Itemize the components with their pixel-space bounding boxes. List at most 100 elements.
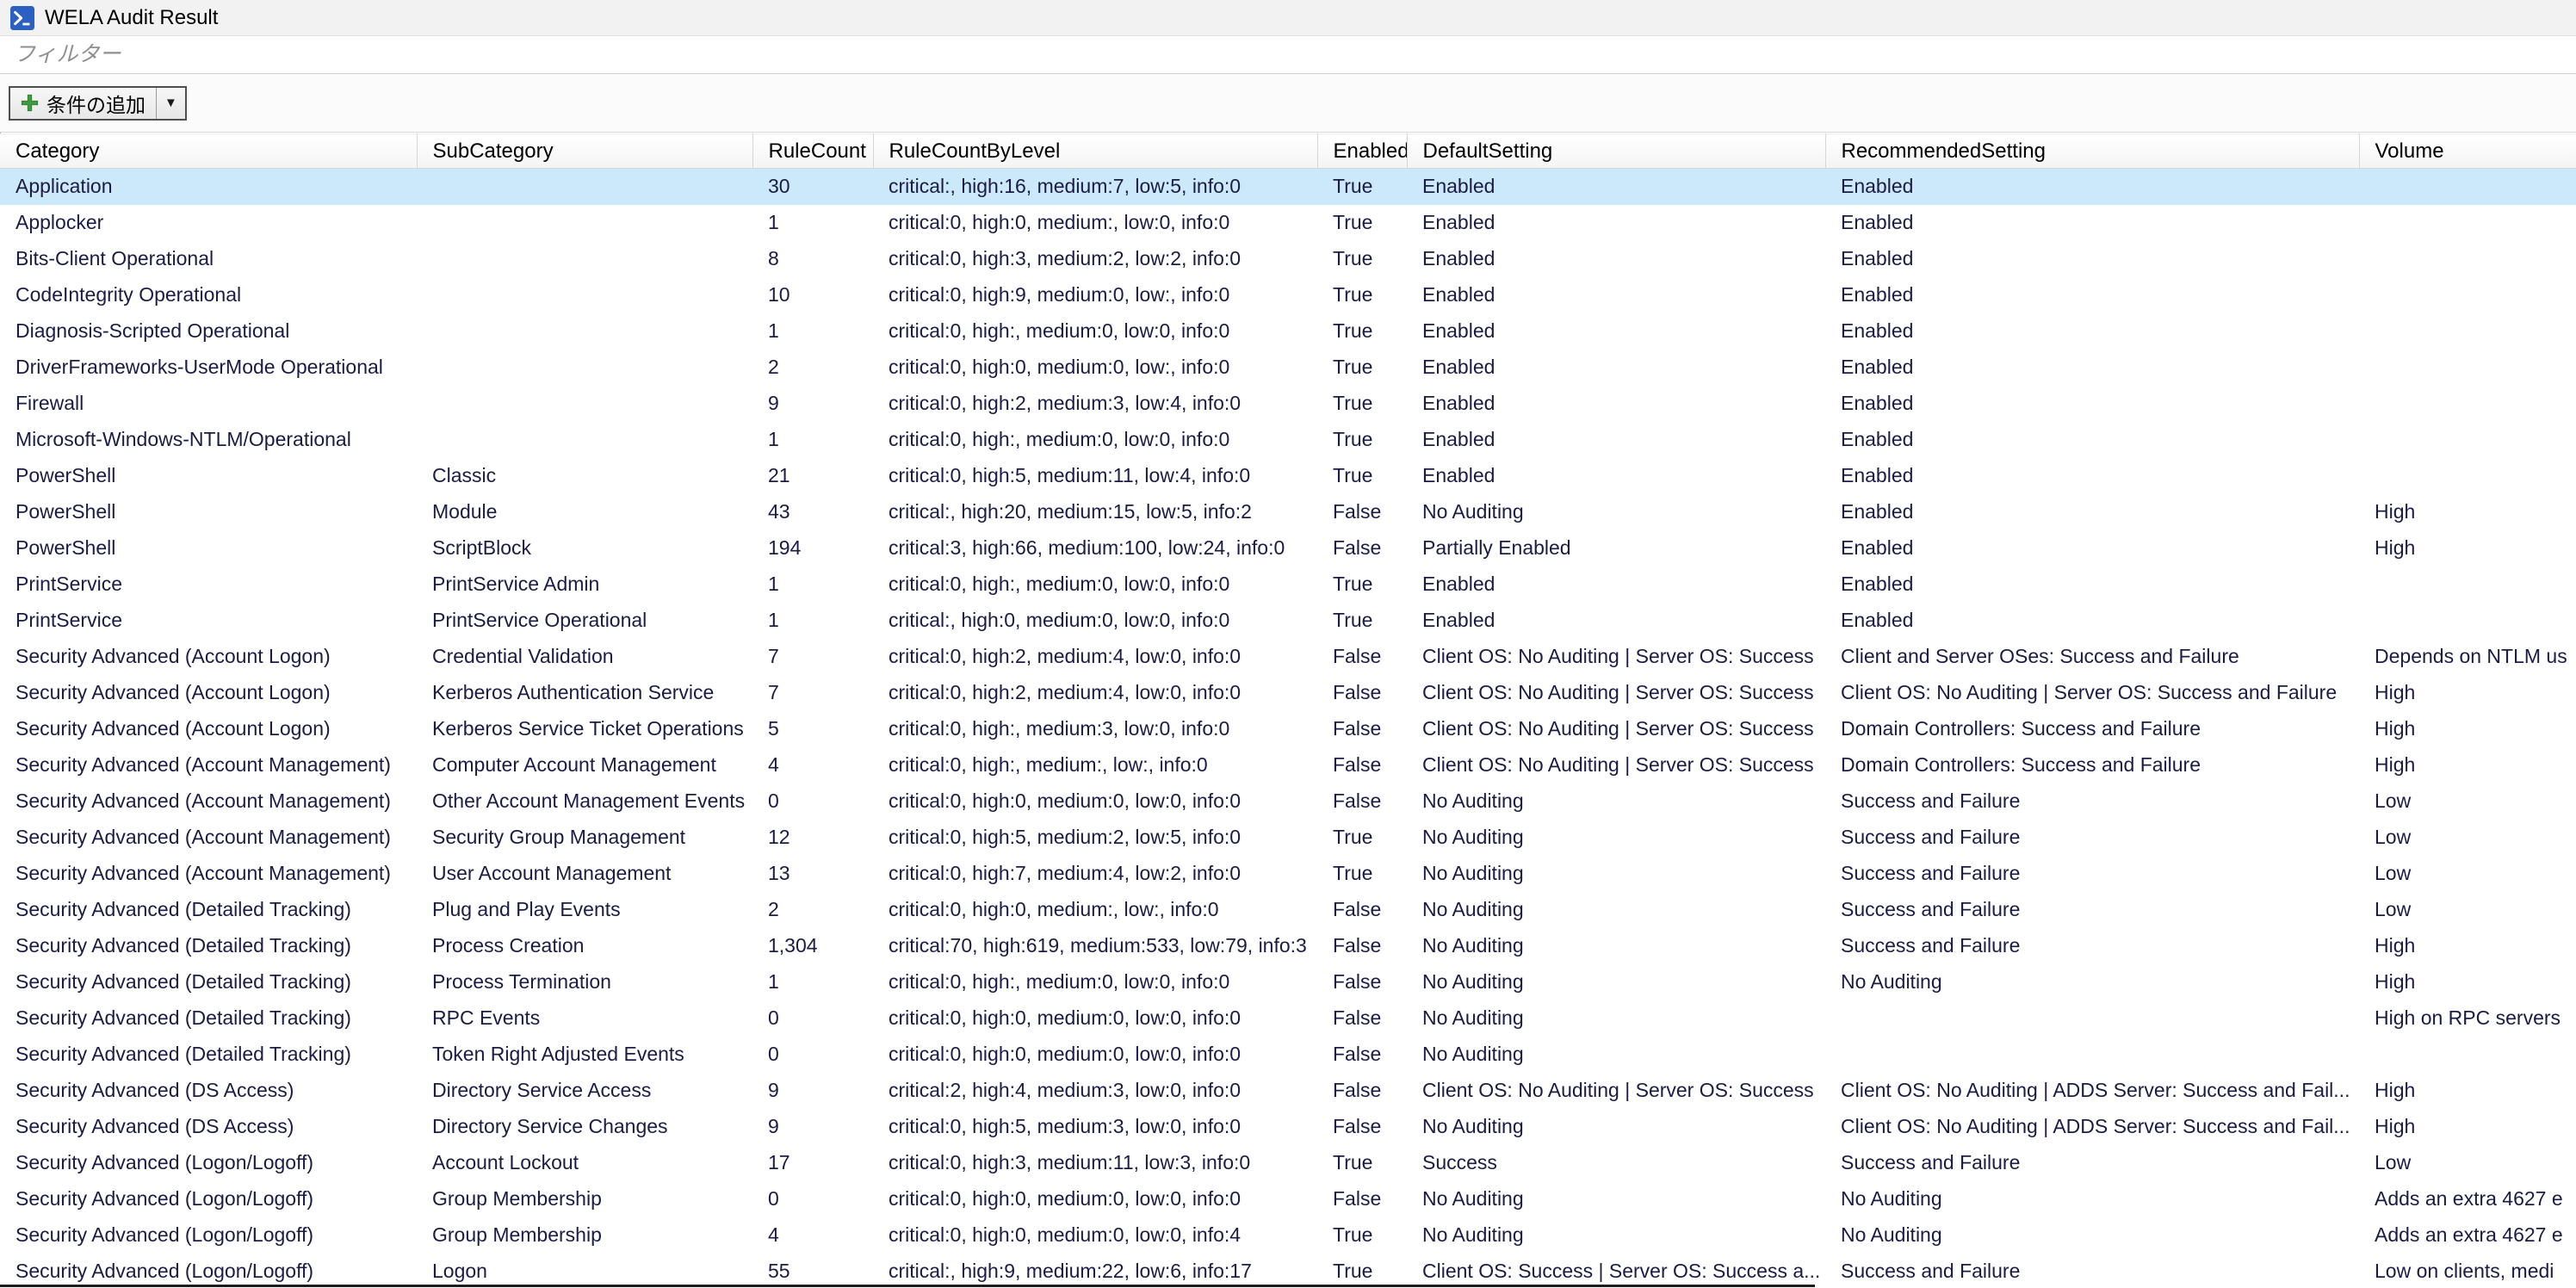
- cell-defaultsetting: No Auditing: [1407, 494, 1825, 530]
- cell-subcategory: Plug and Play Events: [417, 892, 752, 928]
- table-row[interactable]: Firewall9critical:0, high:2, medium:3, l…: [0, 386, 2576, 422]
- table-row[interactable]: PowerShellClassic21critical:0, high:5, m…: [0, 458, 2576, 494]
- cell-rulecountbylevel: critical:0, high:5, medium:11, low:4, in…: [873, 458, 1317, 494]
- cell-volume: [2359, 567, 2576, 603]
- cell-rulecount: 7: [752, 675, 873, 711]
- cell-category: Security Advanced (Account Management): [0, 783, 417, 820]
- cell-recommendedsetting: Domain Controllers: Success and Failure: [1825, 711, 2359, 747]
- cell-category: Application: [0, 169, 417, 205]
- table-row[interactable]: PowerShellModule43critical:, high:20, me…: [0, 494, 2576, 530]
- cell-subcategory: User Account Management: [417, 856, 752, 892]
- filter-input[interactable]: [5, 36, 2571, 73]
- cell-rulecount: 194: [752, 530, 873, 567]
- cell-enabled: True: [1317, 169, 1407, 205]
- cell-volume: High: [2359, 1109, 2576, 1145]
- table-row[interactable]: Security Advanced (Logon/Logoff)Logon55c…: [0, 1254, 2576, 1288]
- cell-volume: High on RPC servers: [2359, 1000, 2576, 1037]
- column-header-defaultsetting[interactable]: DefaultSetting: [1407, 134, 1825, 169]
- table-row[interactable]: Security Advanced (Logon/Logoff)Group Me…: [0, 1181, 2576, 1217]
- table-row[interactable]: Security Advanced (Detailed Tracking)Plu…: [0, 892, 2576, 928]
- cell-rulecount: 4: [752, 1217, 873, 1254]
- column-header-enabled[interactable]: Enabled: [1317, 134, 1407, 169]
- cell-defaultsetting: Enabled: [1407, 567, 1825, 603]
- cell-volume: [2359, 386, 2576, 422]
- table-row[interactable]: PowerShellScriptBlock194critical:3, high…: [0, 530, 2576, 567]
- column-header-recommendedsetting[interactable]: RecommendedSetting: [1825, 134, 2359, 169]
- cell-category: CodeIntegrity Operational: [0, 277, 417, 313]
- cell-rulecount: 0: [752, 1000, 873, 1037]
- table-row[interactable]: Application30critical:, high:16, medium:…: [0, 169, 2576, 205]
- table-row[interactable]: Diagnosis-Scripted Operational1critical:…: [0, 313, 2576, 350]
- table-row[interactable]: Applocker1critical:0, high:0, medium:, l…: [0, 205, 2576, 241]
- cell-rulecountbylevel: critical:0, high:9, medium:0, low:, info…: [873, 277, 1317, 313]
- table-row[interactable]: Security Advanced (DS Access)Directory S…: [0, 1109, 2576, 1145]
- table-row[interactable]: PrintServicePrintService Operational1cri…: [0, 603, 2576, 639]
- audit-table: CategorySubCategoryRuleCountRuleCountByL…: [0, 133, 2576, 1288]
- cell-recommendedsetting: Client OS: No Auditing | ADDS Server: Su…: [1825, 1073, 2359, 1109]
- table-row[interactable]: Security Advanced (Account Logon)Kerbero…: [0, 675, 2576, 711]
- cell-enabled: True: [1317, 350, 1407, 386]
- cell-volume: High: [2359, 711, 2576, 747]
- column-header-volume[interactable]: Volume: [2359, 134, 2576, 169]
- cell-subcategory: PrintService Operational: [417, 603, 752, 639]
- cell-category: Security Advanced (Detailed Tracking): [0, 1037, 417, 1073]
- cell-subcategory: Token Right Adjusted Events: [417, 1037, 752, 1073]
- table-row[interactable]: Security Advanced (Logon/Logoff)Group Me…: [0, 1217, 2576, 1254]
- table-row[interactable]: CodeIntegrity Operational10critical:0, h…: [0, 277, 2576, 313]
- table-row[interactable]: Security Advanced (Account Management)Se…: [0, 820, 2576, 856]
- cell-volume: Low: [2359, 783, 2576, 820]
- cell-rulecount: 0: [752, 1037, 873, 1073]
- column-header-rulecountbylevel[interactable]: RuleCountByLevel: [873, 134, 1317, 169]
- table-row[interactable]: Security Advanced (Detailed Tracking)Pro…: [0, 964, 2576, 1000]
- cell-recommendedsetting: No Auditing: [1825, 964, 2359, 1000]
- table-row[interactable]: PrintServicePrintService Admin1critical:…: [0, 567, 2576, 603]
- cell-enabled: False: [1317, 783, 1407, 820]
- column-header-rulecount[interactable]: RuleCount: [752, 134, 873, 169]
- table-row[interactable]: Security Advanced (Detailed Tracking)Pro…: [0, 928, 2576, 964]
- table-row[interactable]: Security Advanced (Account Management)Co…: [0, 747, 2576, 783]
- cell-rulecountbylevel: critical:0, high:2, medium:4, low:0, inf…: [873, 639, 1317, 675]
- cell-enabled: False: [1317, 711, 1407, 747]
- table-row[interactable]: Security Advanced (Account Logon)Credent…: [0, 639, 2576, 675]
- cell-enabled: False: [1317, 675, 1407, 711]
- table-row[interactable]: Microsoft-Windows-NTLM/Operational1criti…: [0, 422, 2576, 458]
- table-row[interactable]: Security Advanced (Account Management)Us…: [0, 856, 2576, 892]
- cell-category: Security Advanced (Logon/Logoff): [0, 1181, 417, 1217]
- cell-rulecountbylevel: critical:0, high:0, medium:0, low:0, inf…: [873, 1000, 1317, 1037]
- cell-category: Applocker: [0, 205, 417, 241]
- table-row[interactable]: Bits-Client Operational8critical:0, high…: [0, 241, 2576, 277]
- table-row[interactable]: DriverFrameworks-UserMode Operational2cr…: [0, 350, 2576, 386]
- cell-defaultsetting: No Auditing: [1407, 964, 1825, 1000]
- cell-subcategory: Credential Validation: [417, 639, 752, 675]
- cell-subcategory: [417, 422, 752, 458]
- table-row[interactable]: Security Advanced (Detailed Tracking)Tok…: [0, 1037, 2576, 1073]
- cell-subcategory: Classic: [417, 458, 752, 494]
- cell-recommendedsetting: Enabled: [1825, 350, 2359, 386]
- cell-rulecountbylevel: critical:0, high:0, medium:, low:, info:…: [873, 892, 1317, 928]
- table-row[interactable]: Security Advanced (Account Management)Ot…: [0, 783, 2576, 820]
- cell-enabled: False: [1317, 928, 1407, 964]
- cell-category: Security Advanced (Account Logon): [0, 639, 417, 675]
- cell-enabled: True: [1317, 313, 1407, 350]
- cell-subcategory: Other Account Management Events: [417, 783, 752, 820]
- cell-subcategory: Directory Service Changes: [417, 1109, 752, 1145]
- cell-category: Security Advanced (Logon/Logoff): [0, 1145, 417, 1181]
- cell-rulecount: 9: [752, 1073, 873, 1109]
- table-row[interactable]: Security Advanced (DS Access)Directory S…: [0, 1073, 2576, 1109]
- cell-subcategory: [417, 241, 752, 277]
- cell-category: DriverFrameworks-UserMode Operational: [0, 350, 417, 386]
- cell-category: Security Advanced (Logon/Logoff): [0, 1217, 417, 1254]
- add-condition-button-main: 条件の追加: [10, 88, 156, 119]
- table-row[interactable]: Security Advanced (Detailed Tracking)RPC…: [0, 1000, 2576, 1037]
- column-header-category[interactable]: Category: [0, 134, 417, 169]
- cell-recommendedsetting: Success and Failure: [1825, 928, 2359, 964]
- cell-category: Security Advanced (Account Management): [0, 856, 417, 892]
- cell-recommendedsetting: [1825, 1000, 2359, 1037]
- cell-defaultsetting: Client OS: No Auditing | Server OS: Succ…: [1407, 1073, 1825, 1109]
- table-row[interactable]: Security Advanced (Logon/Logoff)Account …: [0, 1145, 2576, 1181]
- add-condition-button[interactable]: 条件の追加 ▼: [9, 86, 187, 121]
- column-header-subcategory[interactable]: SubCategory: [417, 134, 752, 169]
- cell-category: PowerShell: [0, 458, 417, 494]
- table-row[interactable]: Security Advanced (Account Logon)Kerbero…: [0, 711, 2576, 747]
- cell-enabled: False: [1317, 530, 1407, 567]
